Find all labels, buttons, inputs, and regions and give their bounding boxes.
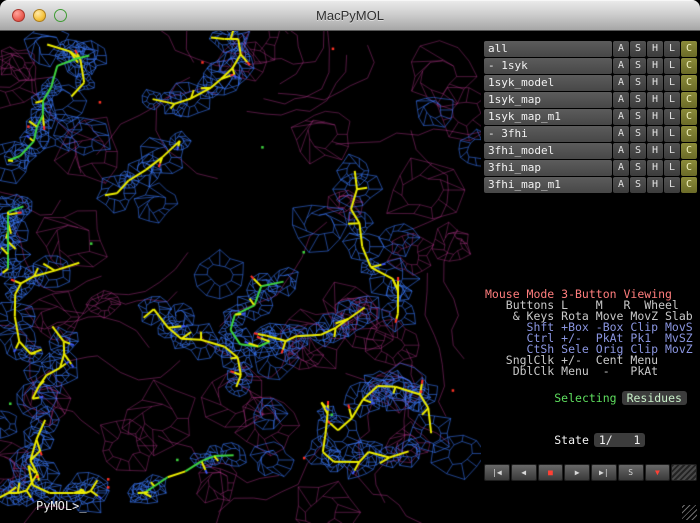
selecting-row: Selecting Residues bbox=[485, 377, 700, 419]
object-list: all A S H L C - 1syk A S H L C 1syk_mode… bbox=[481, 41, 700, 194]
hide-button[interactable]: H bbox=[647, 160, 663, 176]
color-button[interactable]: C bbox=[681, 177, 697, 193]
show-button[interactable]: S bbox=[630, 41, 646, 57]
label-button[interactable]: L bbox=[664, 75, 680, 91]
show-button[interactable]: S bbox=[630, 143, 646, 159]
sidebar: all A S H L C - 1syk A S H L C 1syk_mode… bbox=[481, 31, 700, 523]
object-row: all A S H L C bbox=[484, 41, 697, 57]
show-button[interactable]: S bbox=[630, 58, 646, 74]
minimize-button[interactable] bbox=[33, 9, 46, 22]
state-label: State bbox=[554, 433, 589, 447]
label-button[interactable]: L bbox=[664, 92, 680, 108]
resize-grip[interactable] bbox=[682, 505, 697, 520]
object-row: 3fhi_map A S H L C bbox=[484, 160, 697, 176]
object-name-button[interactable]: 1syk_model bbox=[484, 75, 612, 91]
action-button[interactable]: A bbox=[613, 41, 629, 57]
show-button[interactable]: S bbox=[630, 126, 646, 142]
action-button[interactable]: A bbox=[613, 75, 629, 91]
color-button[interactable]: C bbox=[681, 75, 697, 91]
main-content: PyMOL>_ all A S H L C - 1syk A S H L bbox=[0, 31, 700, 523]
state-value: 1/ 1 bbox=[594, 433, 646, 447]
label-button[interactable]: L bbox=[664, 126, 680, 142]
color-button[interactable]: C bbox=[681, 160, 697, 176]
hide-button[interactable]: H bbox=[647, 41, 663, 57]
object-name-button[interactable]: - 3fhi bbox=[484, 126, 612, 142]
last-frame-button[interactable]: ▶| bbox=[591, 464, 617, 481]
hide-button[interactable]: H bbox=[647, 143, 663, 159]
object-name-button[interactable]: 3fhi_map_m1 bbox=[484, 177, 612, 193]
color-button[interactable]: C bbox=[681, 58, 697, 74]
action-button[interactable]: A bbox=[613, 92, 629, 108]
macpymol-window: MacPyMOL PyMOL>_ all A S H L C - 1syk A bbox=[0, 0, 700, 523]
label-button[interactable]: L bbox=[664, 143, 680, 159]
movie-menu-button[interactable]: ▼ bbox=[645, 464, 671, 481]
mouse-help-panel: Mouse Mode 3-Button Viewing Buttons L M … bbox=[481, 289, 700, 461]
object-row: 1syk_map_m1 A S H L C bbox=[484, 109, 697, 125]
state-row: State 1/ 1 bbox=[485, 419, 700, 461]
mouse-help-line: DblClk Menu - PkAt bbox=[485, 366, 700, 377]
color-button[interactable]: C bbox=[681, 126, 697, 142]
first-frame-button[interactable]: |◀ bbox=[484, 464, 510, 481]
panel-bottom-spacer bbox=[481, 481, 700, 523]
object-name-button[interactable]: all bbox=[484, 41, 612, 57]
action-button[interactable]: A bbox=[613, 109, 629, 125]
color-button[interactable]: C bbox=[681, 92, 697, 108]
zoom-button[interactable] bbox=[54, 9, 67, 22]
object-name-button[interactable]: 3fhi_model bbox=[484, 143, 612, 159]
object-row: - 3fhi A S H L C bbox=[484, 126, 697, 142]
object-row: - 1syk A S H L C bbox=[484, 58, 697, 74]
object-name-button[interactable]: 1syk_map bbox=[484, 92, 612, 108]
object-name-button[interactable]: 3fhi_map bbox=[484, 160, 612, 176]
color-button[interactable]: C bbox=[681, 109, 697, 125]
object-row: 3fhi_map_m1 A S H L C bbox=[484, 177, 697, 193]
stop-button[interactable]: ■ bbox=[538, 464, 564, 481]
window-title: MacPyMOL bbox=[316, 8, 384, 23]
traffic-lights bbox=[12, 0, 67, 30]
previous-frame-button[interactable]: ◀ bbox=[511, 464, 537, 481]
show-button[interactable]: S bbox=[630, 109, 646, 125]
panel-spacer bbox=[481, 194, 700, 289]
show-button[interactable]: S bbox=[630, 75, 646, 91]
label-button[interactable]: L bbox=[664, 41, 680, 57]
hide-button[interactable]: H bbox=[647, 109, 663, 125]
action-button[interactable]: A bbox=[613, 160, 629, 176]
label-button[interactable]: L bbox=[664, 160, 680, 176]
color-button[interactable]: C bbox=[681, 41, 697, 57]
viewport-canvas[interactable] bbox=[0, 31, 481, 523]
label-button[interactable]: L bbox=[664, 177, 680, 193]
label-button[interactable]: L bbox=[664, 58, 680, 74]
show-button[interactable]: S bbox=[630, 92, 646, 108]
scene-button[interactable]: S bbox=[618, 464, 644, 481]
selecting-label: Selecting bbox=[554, 391, 616, 405]
object-name-button[interactable]: - 1syk bbox=[484, 58, 612, 74]
hide-button[interactable]: H bbox=[647, 177, 663, 193]
close-button[interactable] bbox=[12, 9, 25, 22]
show-button[interactable]: S bbox=[630, 160, 646, 176]
movie-controls: |◀ ◀ ■ ▶ ▶| S ▼ bbox=[484, 464, 697, 481]
viewport-3d[interactable]: PyMOL>_ bbox=[0, 31, 481, 523]
label-button[interactable]: L bbox=[664, 109, 680, 125]
object-row: 1syk_map A S H L C bbox=[484, 92, 697, 108]
action-button[interactable]: A bbox=[613, 143, 629, 159]
action-button[interactable]: A bbox=[613, 177, 629, 193]
object-row: 3fhi_model A S H L C bbox=[484, 143, 697, 159]
hide-button[interactable]: H bbox=[647, 58, 663, 74]
action-button[interactable]: A bbox=[613, 126, 629, 142]
selecting-mode-button[interactable]: Residues bbox=[622, 391, 687, 405]
vcr-grip-cell bbox=[671, 464, 697, 481]
hide-button[interactable]: H bbox=[647, 75, 663, 91]
show-button[interactable]: S bbox=[630, 177, 646, 193]
color-button[interactable]: C bbox=[681, 143, 697, 159]
action-button[interactable]: A bbox=[613, 58, 629, 74]
hide-button[interactable]: H bbox=[647, 126, 663, 142]
titlebar[interactable]: MacPyMOL bbox=[0, 0, 700, 31]
play-button[interactable]: ▶ bbox=[564, 464, 590, 481]
object-name-button[interactable]: 1syk_map_m1 bbox=[484, 109, 612, 125]
hide-button[interactable]: H bbox=[647, 92, 663, 108]
command-prompt[interactable]: PyMOL>_ bbox=[36, 499, 87, 513]
object-row: 1syk_model A S H L C bbox=[484, 75, 697, 91]
